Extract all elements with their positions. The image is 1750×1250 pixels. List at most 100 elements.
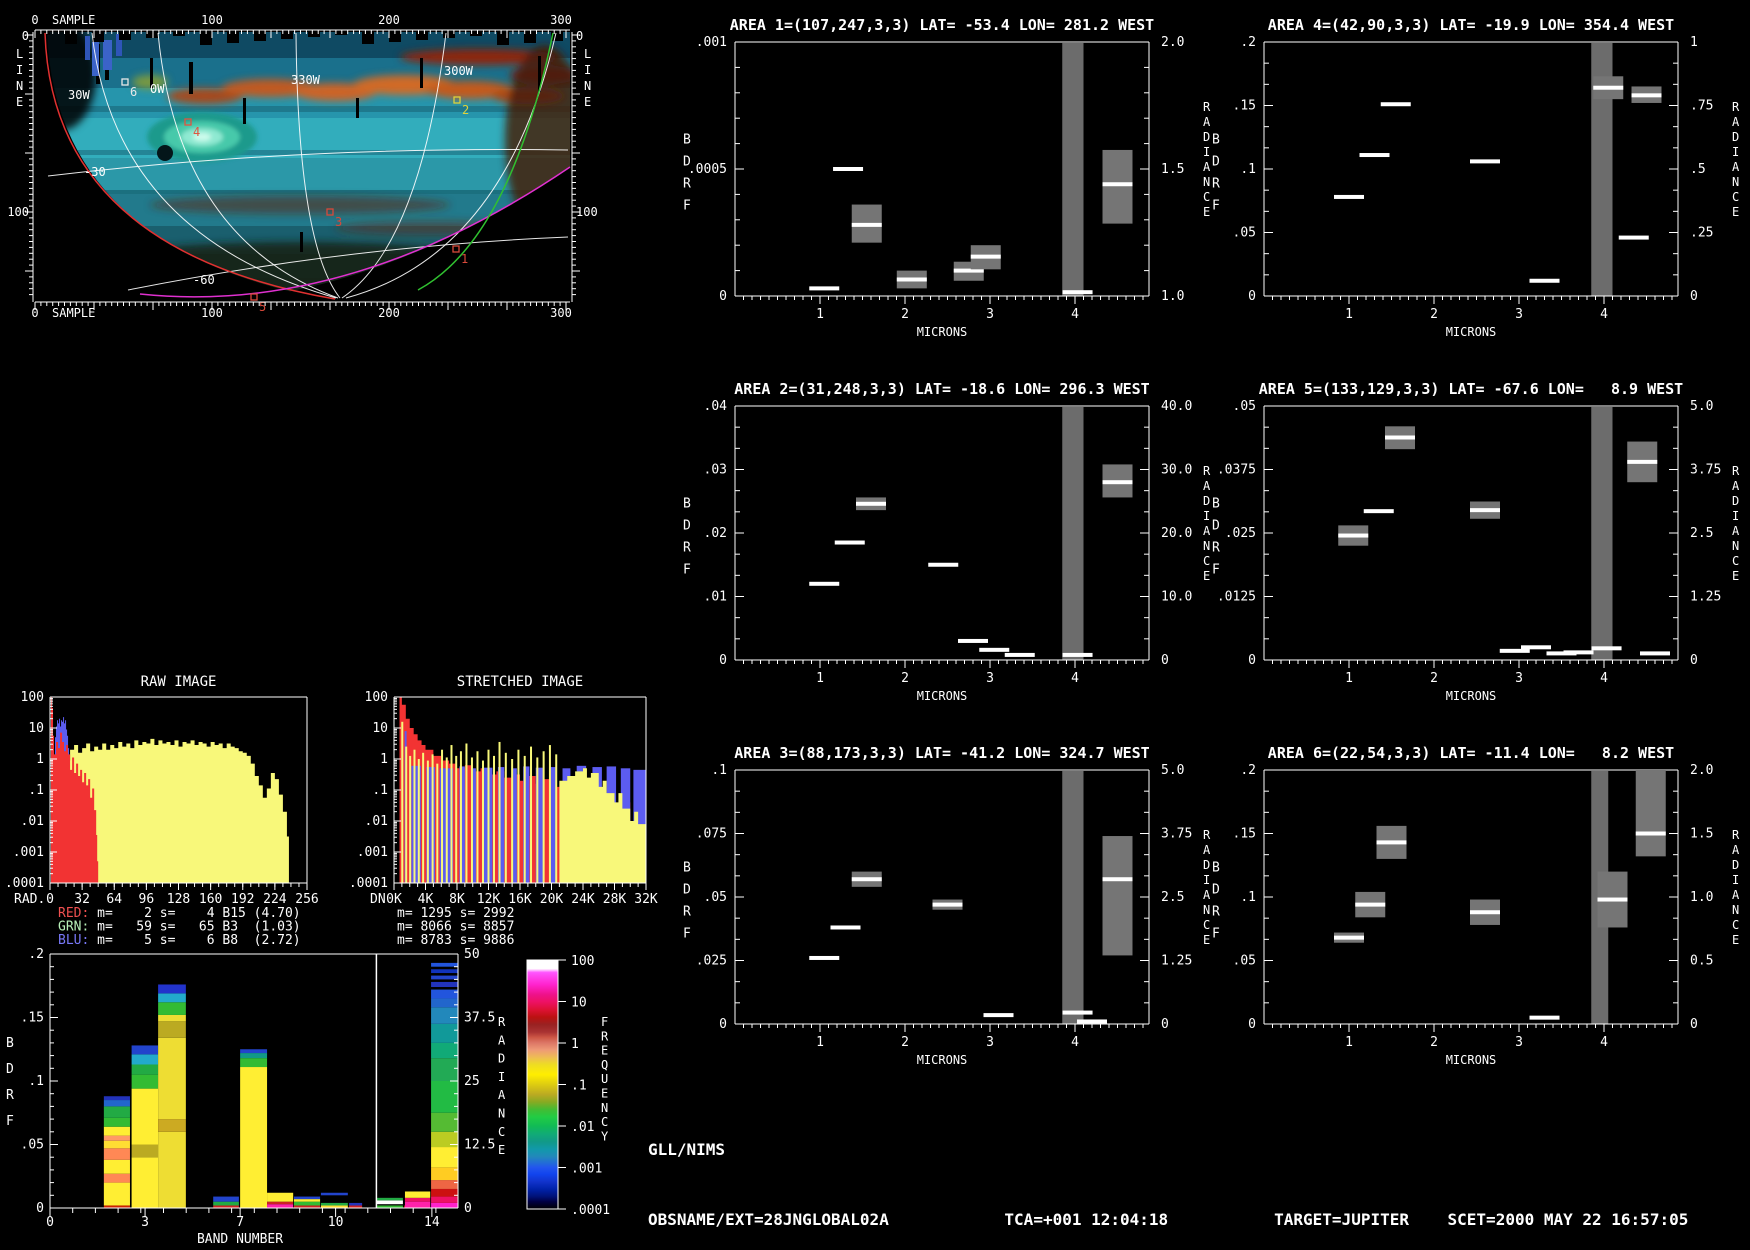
x-tick-label: 4 — [1600, 671, 1608, 686]
y2-axis-title-letter: C — [498, 1125, 505, 1139]
data-point — [809, 955, 840, 960]
line-tick-label: 100 — [576, 205, 598, 219]
y2-tick-label: 3.75 — [1690, 463, 1721, 478]
y-tick-label: 0 — [1248, 289, 1256, 304]
x-tick-label: 20K — [540, 892, 564, 907]
band-bar-segment — [431, 1023, 458, 1043]
histogram-spike-yellow — [542, 751, 545, 883]
y-axis-title-letter: D — [683, 519, 691, 534]
y2-axis-title-letter: I — [1203, 509, 1210, 523]
histogram-spike-yellow — [455, 755, 458, 883]
y2-axis-title-letter: N — [1203, 175, 1210, 189]
x-tick-label: 64 — [106, 892, 122, 907]
band-bar-segment — [103, 1148, 130, 1160]
histogram-title: RAW IMAGE — [141, 674, 217, 690]
y2-tick-label: 50 — [464, 947, 480, 962]
data-point — [1376, 840, 1407, 845]
y-axis-title-letter: D — [1212, 155, 1220, 170]
y2-axis-title-letter: C — [1732, 918, 1739, 932]
y-axis-title-letter: R — [1212, 541, 1220, 556]
y-axis-title-letter: F — [1212, 199, 1220, 214]
colorbar-title-letter: R — [601, 1029, 609, 1043]
colorbar-title-letter: F — [601, 1015, 608, 1029]
band-bar-segment — [103, 1159, 130, 1174]
panel-title: AREA 6=(22,54,3,3) LAT= -11.4 LON= 8.2 W… — [1268, 744, 1674, 762]
histogram-spike-yellow — [530, 746, 533, 883]
y-tick-label: 100 — [21, 690, 44, 705]
x-tick-label: 3 — [1515, 307, 1523, 322]
grid-label: -60 — [193, 273, 215, 287]
x-axis-title: MICRONS — [917, 1053, 968, 1067]
sample-axis-title: SAMPLE — [52, 13, 95, 27]
graphic — [335, 32, 347, 35]
y-axis-title-letter: B — [683, 133, 691, 148]
graphic — [443, 32, 455, 38]
y2-axis-title-letter: E — [1732, 569, 1739, 583]
y-tick-label: .05 — [21, 1138, 44, 1153]
y2-axis-title-letter: I — [1203, 873, 1210, 887]
panel-title: AREA 5=(133,129,3,3) LAT= -67.6 LON= 8.9… — [1259, 380, 1683, 398]
band-bar-segment — [267, 1192, 294, 1202]
y-tick-label: .2 — [28, 947, 44, 962]
panel-title: AREA 4=(42,90,3,3) LAT= -19.9 LON= 354.4… — [1268, 16, 1674, 34]
colorbar-tick-label: .0001 — [571, 1203, 610, 1218]
panel-title: AREA 1=(107,247,3,3) LAT= -53.4 LON= 281… — [730, 16, 1154, 34]
y-tick-label: 1 — [36, 752, 44, 767]
grid-label: 30W — [68, 88, 90, 102]
y-axis-title-letter: B — [1212, 133, 1220, 148]
y2-axis-title-letter: D — [1732, 494, 1739, 508]
band-bar-segment — [158, 1119, 186, 1132]
band-bar-segment — [240, 1053, 268, 1059]
y2-axis-title-letter: E — [1203, 205, 1210, 219]
band-bar-segment — [103, 1117, 130, 1127]
data-point — [1470, 910, 1500, 915]
band-bar-segment — [158, 1014, 186, 1022]
y2-axis-title-letter: R — [498, 1015, 506, 1029]
histogram-spike-yellow — [523, 755, 526, 883]
line-tick-label: 0 — [22, 29, 29, 43]
band-bar-segment — [240, 1049, 268, 1054]
histogram-spike-yellow — [555, 754, 558, 883]
y-tick-label: 0 — [719, 289, 727, 304]
x-axis-title: MICRONS — [917, 689, 968, 703]
y2-tick-label: 0 — [1690, 653, 1698, 668]
band-bar-segment — [404, 1197, 431, 1202]
band-bar-segment — [320, 1192, 348, 1196]
data-point — [1529, 1015, 1560, 1020]
y-tick-label: .01 — [704, 590, 727, 605]
y-axis-title-letter: B — [683, 497, 691, 512]
histogram-spike-yellow — [417, 759, 420, 883]
band-bar-segment — [158, 1037, 186, 1120]
histogram-spike-yellow — [548, 745, 551, 883]
band-bar-segment — [431, 1081, 458, 1113]
data-point — [1631, 93, 1662, 98]
data-point — [809, 581, 840, 586]
y2-tick-label: 37.5 — [464, 1011, 495, 1026]
band-bar-segment — [431, 1202, 458, 1208]
stats-line: m= 8783 s= 9886 — [397, 933, 514, 948]
y2-tick-label: 2.5 — [1161, 890, 1184, 905]
band-bar-segment — [431, 969, 458, 974]
y2-axis-title-letter: N — [1203, 903, 1210, 917]
band-bar-segment — [431, 1167, 458, 1181]
band-bar-segment — [131, 1088, 159, 1145]
colorbar-gradient — [527, 960, 558, 1209]
graphic — [38, 106, 570, 112]
y-tick-label: .1 — [1240, 890, 1256, 905]
y2-axis-title-letter: I — [498, 1070, 505, 1084]
colorbar-title-letter: E — [601, 1087, 608, 1101]
y2-axis-title-letter: D — [1732, 858, 1739, 872]
data-point — [856, 501, 886, 506]
colorbar-title-letter: N — [601, 1101, 608, 1115]
y-tick-label: 10 — [372, 721, 388, 736]
data-point — [1591, 646, 1622, 651]
x-tick-label: 2 — [901, 671, 909, 686]
y2-tick-label: 1.5 — [1161, 162, 1184, 177]
x-tick-label: 2 — [1430, 1035, 1438, 1050]
histogram-spike-yellow — [413, 749, 416, 883]
y-tick-label: 0 — [36, 1201, 44, 1216]
y-axis-title-letter: R — [683, 541, 691, 556]
data-point — [1521, 645, 1551, 650]
band-bar-segment — [431, 1147, 458, 1168]
y2-axis-title-letter: I — [1203, 145, 1210, 159]
